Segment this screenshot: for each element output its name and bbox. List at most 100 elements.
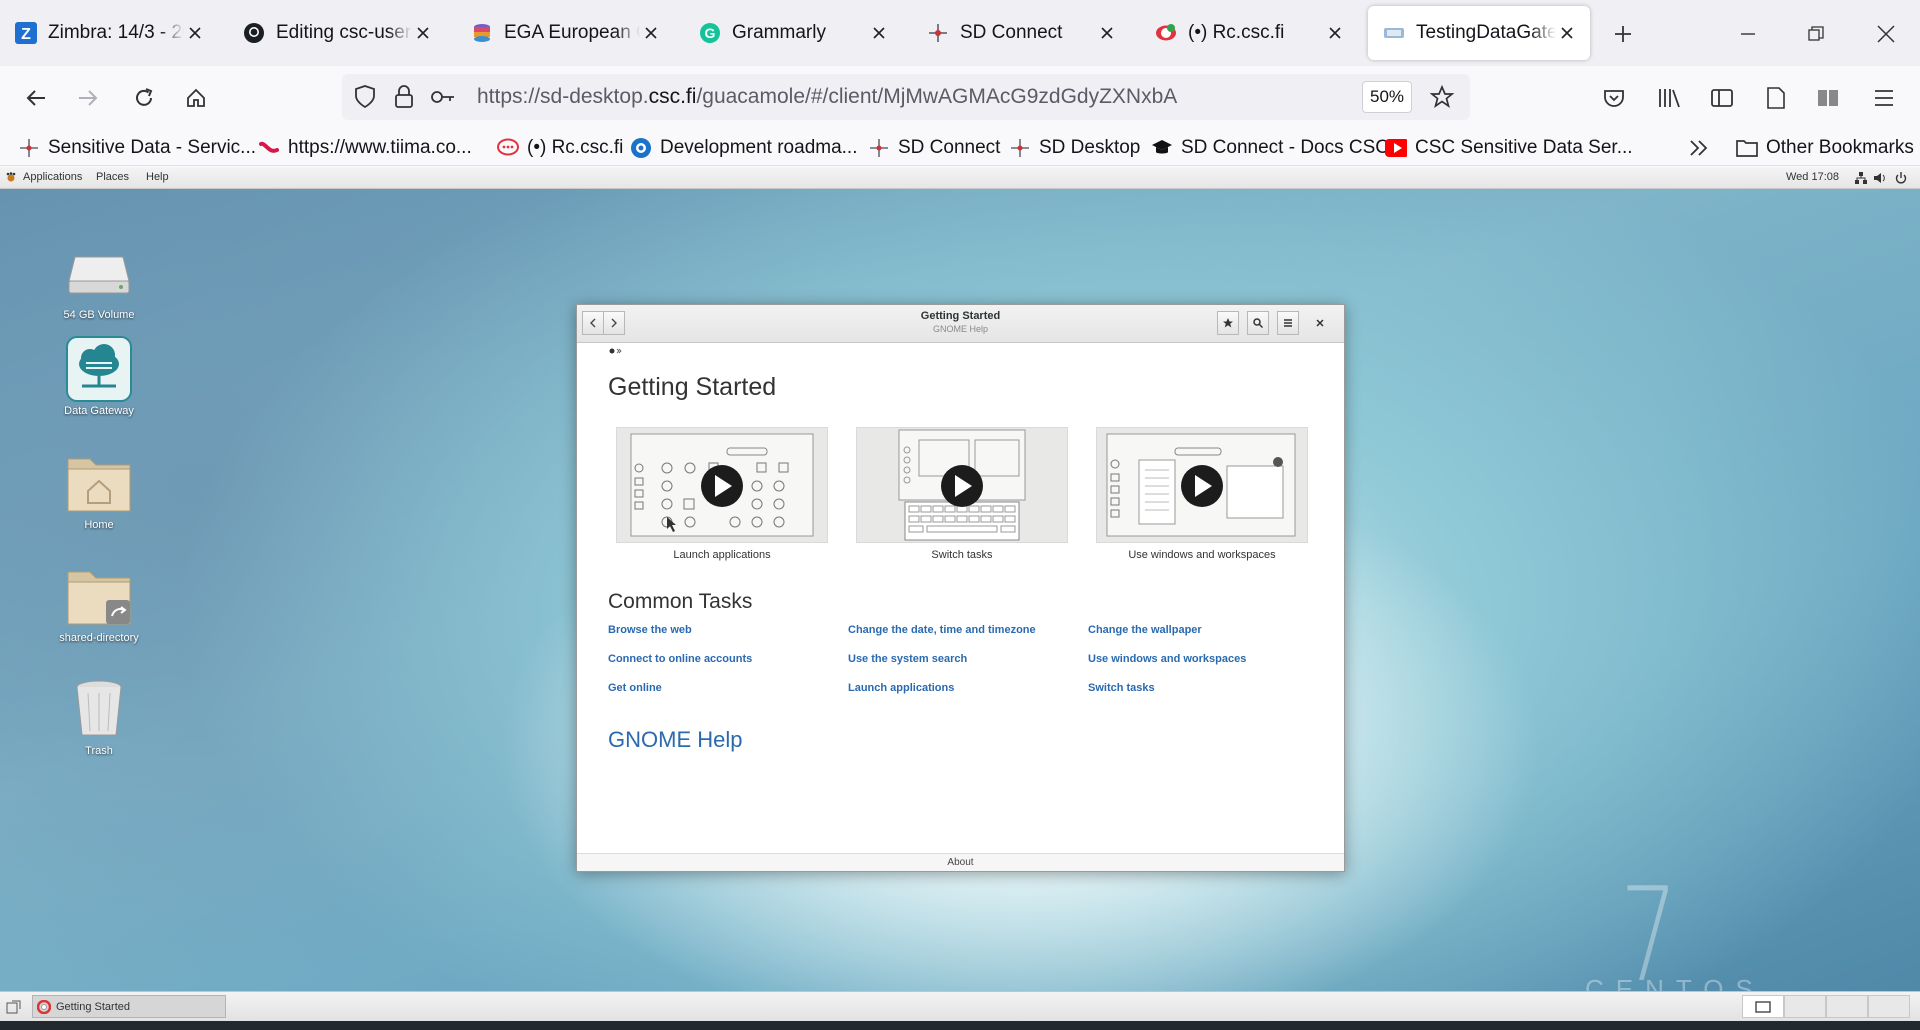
bookmark-button[interactable] — [1217, 311, 1239, 335]
tab-grammarly[interactable]: G Grammarly — [684, 6, 902, 60]
desktop-icon-trash[interactable]: Trash — [44, 676, 154, 757]
close-tab-icon[interactable] — [1556, 22, 1578, 44]
back-button[interactable] — [18, 80, 54, 116]
applications-menu[interactable]: Applications — [23, 171, 82, 183]
close-tab-icon[interactable] — [868, 22, 890, 44]
zoom-indicator[interactable]: 50% — [1362, 81, 1412, 113]
task-link[interactable]: Browse the web — [608, 624, 692, 636]
sidebar-button[interactable] — [1704, 80, 1740, 116]
tab-testing-data-gateway[interactable]: TestingDataGateway — [1368, 6, 1590, 60]
bookmark-sensitive-data[interactable]: Sensitive Data - Servic... — [18, 134, 256, 162]
video-switch-tasks[interactable] — [856, 427, 1068, 543]
task-link[interactable]: Change the wallpaper — [1088, 624, 1202, 636]
workspace-2[interactable] — [1784, 995, 1826, 1018]
workspace-3[interactable] — [1826, 995, 1868, 1018]
reader-view-button[interactable] — [1810, 80, 1846, 116]
close-tab-icon[interactable] — [1324, 22, 1346, 44]
bookmark-rc-csc[interactable]: (•) Rc.csc.fi — [497, 134, 623, 162]
url-bar[interactable]: https://sd-desktop.csc.fi/guacamole/#/cl… — [342, 74, 1470, 120]
tab-rc-csc[interactable]: (•) Rc.csc.fi — [1140, 6, 1358, 60]
task-link[interactable]: Switch tasks — [1088, 682, 1155, 694]
close-tab-icon[interactable] — [640, 22, 662, 44]
clock[interactable]: Wed 17:08 — [1786, 171, 1839, 183]
about-link[interactable]: About — [577, 853, 1344, 871]
menu-button[interactable] — [1277, 311, 1299, 335]
desktop-icon-data-gateway[interactable]: Data Gateway — [44, 336, 154, 417]
tab-github[interactable]: Editing csc-user-guide — [228, 6, 446, 60]
bookmark-tiima[interactable]: https://www.tiima.co... — [258, 134, 472, 162]
tab-title: EGA European Genome — [504, 22, 640, 43]
guacamole-icon — [1382, 21, 1406, 45]
chevrons-right-icon — [1688, 138, 1710, 158]
forward-button[interactable] — [70, 80, 106, 116]
network-icon[interactable] — [1855, 172, 1867, 184]
svg-text:Z: Z — [21, 26, 31, 43]
lock-icon[interactable] — [394, 85, 414, 109]
task-link[interactable]: Connect to online accounts — [608, 653, 752, 665]
close-tab-icon[interactable] — [412, 22, 434, 44]
menu-button[interactable] — [1866, 80, 1902, 116]
close-button[interactable] — [1309, 311, 1331, 335]
minimize-button[interactable] — [1728, 14, 1768, 54]
grammarly-icon: G — [698, 21, 722, 45]
close-tab-icon[interactable] — [1096, 22, 1118, 44]
desktop-icon-home[interactable]: Home — [44, 450, 154, 531]
gnome-top-panel: Applications Places Help Wed 17:08 — [0, 167, 1920, 189]
library-button[interactable] — [1651, 80, 1687, 116]
gnome-help-link[interactable]: GNOME Help — [608, 727, 742, 753]
task-link[interactable]: Use windows and workspaces — [1088, 653, 1246, 665]
navigation-toolbar: https://sd-desktop.csc.fi/guacamole/#/cl… — [0, 66, 1920, 130]
key-icon[interactable] — [430, 85, 456, 109]
video-windows-workspaces[interactable] — [1096, 427, 1308, 543]
plus-icon — [1615, 26, 1631, 42]
github-icon — [242, 21, 266, 45]
minimize-icon — [1741, 33, 1755, 35]
star-icon[interactable] — [1430, 85, 1454, 109]
bookmark-csc-sensitive-data[interactable]: CSC Sensitive Data Ser... — [1385, 134, 1633, 162]
desktop-icon-shared-directory[interactable]: shared-directory — [44, 563, 154, 644]
other-bookmarks[interactable]: Other Bookmarks — [1736, 134, 1914, 162]
reload-button[interactable] — [126, 80, 162, 116]
tab-zimbra[interactable]: Z Zimbra: 14/3 - 20/3 — [0, 6, 218, 60]
bookmark-development-roadmap[interactable]: Development roadma... — [630, 134, 858, 162]
task-link[interactable]: Use the system search — [848, 653, 967, 665]
bookmark-sd-desktop[interactable]: SD Desktop — [1009, 134, 1140, 162]
hamburger-menu-icon — [1284, 319, 1292, 327]
places-menu[interactable]: Places — [96, 171, 129, 183]
video-label: Launch applications — [673, 549, 771, 561]
remote-session-bottom-strip — [0, 1021, 1920, 1030]
task-link[interactable]: Get online — [608, 682, 662, 694]
search-button[interactable] — [1247, 311, 1269, 335]
desktop-area[interactable]: 7 CENTOS 54 GB Volume Data Gateway Home … — [0, 189, 1920, 991]
bookmark-sd-connect[interactable]: SD Connect — [868, 134, 1000, 162]
bookmark-sd-connect-docs[interactable]: SD Connect - Docs CSC — [1151, 134, 1389, 162]
url-text[interactable]: https://sd-desktop.csc.fi/guacamole/#/cl… — [477, 85, 1177, 109]
close-tab-icon[interactable] — [184, 22, 206, 44]
bookmarks-toolbar: Sensitive Data - Servic... https://www.t… — [0, 130, 1920, 166]
shield-icon[interactable] — [354, 85, 376, 109]
reader-button[interactable] — [1758, 80, 1794, 116]
power-icon[interactable] — [1895, 172, 1907, 184]
tab-ega[interactable]: EGA European Genome — [456, 6, 674, 60]
workspace-1[interactable] — [1742, 995, 1784, 1018]
tab-sd-connect[interactable]: SD Connect — [912, 6, 1130, 60]
bookmarks-overflow-button[interactable] — [1688, 134, 1710, 162]
new-tab-button[interactable] — [1603, 14, 1643, 54]
page-icon — [1767, 87, 1785, 109]
volume-icon[interactable] — [1874, 172, 1886, 184]
help-menu[interactable]: Help — [146, 171, 169, 183]
pocket-button[interactable] — [1596, 80, 1632, 116]
taskbar-item-getting-started[interactable]: Getting Started — [32, 995, 226, 1018]
task-link[interactable]: Launch applications — [848, 682, 954, 694]
restore-button[interactable] — [1796, 14, 1836, 54]
close-window-button[interactable] — [1866, 14, 1906, 54]
desktop-icon-label: Home — [84, 519, 114, 531]
home-button[interactable] — [178, 80, 214, 116]
breadcrumb-home-icon[interactable] — [608, 346, 622, 356]
video-launch-applications[interactable] — [616, 427, 828, 543]
workspace-4[interactable] — [1868, 995, 1910, 1018]
workspace-switcher[interactable] — [1742, 995, 1910, 1018]
show-desktop-icon[interactable] — [6, 999, 22, 1015]
task-link[interactable]: Change the date, time and timezone — [848, 624, 1036, 636]
desktop-icon-volume[interactable]: 54 GB Volume — [44, 240, 154, 321]
